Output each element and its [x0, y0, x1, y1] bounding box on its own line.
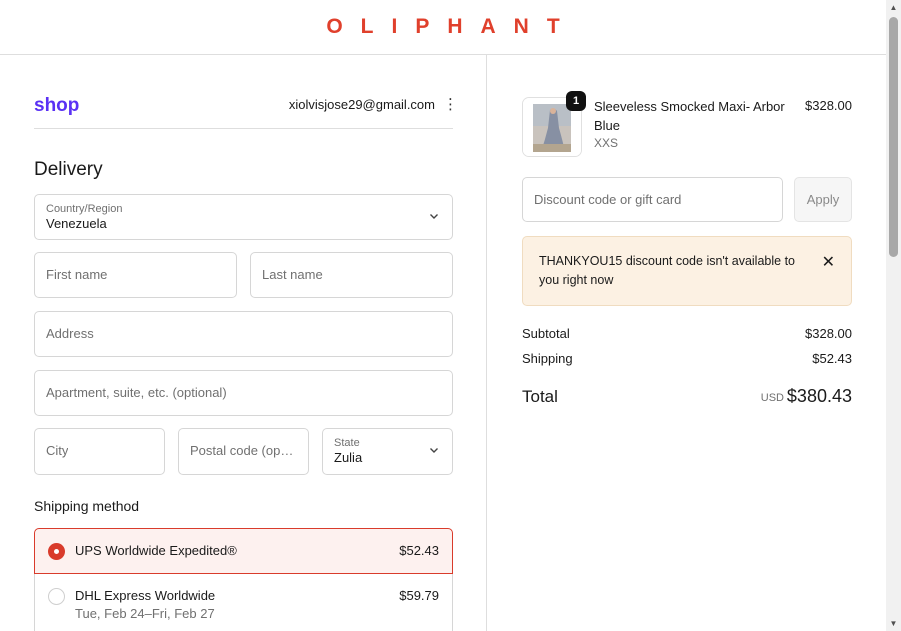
chevron-down-icon — [430, 214, 438, 219]
discount-error-notice: THANKYOU15 discount code isn't available… — [522, 236, 852, 306]
shop-pay-logo: shop — [34, 95, 80, 116]
scroll-thumb[interactable] — [889, 17, 898, 257]
shipping-option-ups[interactable]: UPS Worldwide Expedited® $52.43 — [34, 528, 453, 574]
radio-unselected-icon[interactable] — [48, 588, 65, 605]
subtotal-row: Subtotal $328.00 — [522, 326, 852, 341]
total-label: Total — [522, 387, 558, 406]
apartment-input[interactable]: Apartment, suite, etc. (optional) — [34, 370, 453, 416]
store-header: OLIPHANT — [0, 0, 886, 55]
chevron-down-icon — [430, 448, 438, 453]
discount-code-input[interactable]: Discount code or gift card — [522, 177, 783, 222]
state-select[interactable]: State Zulia — [322, 428, 453, 475]
checkout-page: OLIPHANT ▲ ▼ shop xiolvisjose29@gmail.co… — [0, 0, 901, 631]
total-currency: USD — [760, 392, 784, 404]
delivery-heading: Delivery — [34, 159, 103, 180]
product-variant: XXS — [594, 136, 619, 150]
shipping-method-heading: Shipping method — [34, 498, 140, 514]
shipping-option-price: $52.43 — [399, 543, 439, 558]
scroll-down-arrow-icon[interactable]: ▼ — [886, 616, 901, 631]
shipping-option-name: UPS Worldwide Expedited® — [75, 543, 237, 558]
postal-code-placeholder: Postal code (optional) — [190, 443, 296, 458]
shipping-option-name: DHL Express Worldwide — [75, 588, 216, 603]
apply-discount-button[interactable]: Apply — [794, 177, 852, 222]
shipping-option-dhl[interactable]: DHL Express Worldwide $59.79 Tue, Feb 24… — [34, 574, 453, 631]
apartment-placeholder: Apartment, suite, etc. (optional) — [46, 385, 227, 400]
more-vertical-icon[interactable]: ⋮ — [443, 95, 458, 113]
state-label: State — [334, 437, 360, 449]
country-select[interactable]: Country/Region Venezuela — [34, 194, 453, 240]
account-email: xiolvisjose29@gmail.com — [288, 97, 435, 112]
discount-code-placeholder: Discount code or gift card — [534, 192, 682, 207]
shipping-label: Shipping — [522, 351, 573, 366]
first-name-placeholder: First name — [46, 267, 108, 282]
shipping-option-dates: Tue, Feb 24–Fri, Feb 27 — [75, 606, 215, 621]
order-summary-column: 1 Sleeveless Smocked Maxi- Arbor Blue XX… — [488, 55, 886, 631]
close-icon[interactable]: ✕ — [822, 252, 835, 272]
product-price: $328.00 — [805, 98, 852, 113]
radio-selected-icon[interactable] — [48, 543, 65, 560]
scroll-up-arrow-icon[interactable]: ▲ — [886, 0, 901, 15]
last-name-placeholder: Last name — [262, 267, 323, 282]
last-name-input[interactable]: Last name — [250, 252, 453, 298]
address-placeholder: Address — [46, 326, 94, 341]
address-input[interactable]: Address — [34, 311, 453, 357]
account-row: shop xiolvisjose29@gmail.com ⋮ — [34, 93, 458, 129]
product-name: Sleeveless Smocked Maxi- Arbor Blue — [594, 99, 785, 133]
total-value: $380.43 — [786, 386, 852, 406]
shipping-option-price: $59.79 — [399, 588, 439, 603]
first-name-input[interactable]: First name — [34, 252, 237, 298]
state-value: Zulia — [334, 450, 363, 465]
subtotal-label: Subtotal — [522, 326, 570, 341]
discount-error-text: THANKYOU15 discount code isn't available… — [539, 254, 795, 287]
shipping-row: Shipping $52.43 — [522, 351, 852, 366]
shipping-value: $52.43 — [812, 351, 852, 366]
checkout-form-column: shop xiolvisjose29@gmail.com ⋮ Delivery … — [0, 55, 487, 631]
total-row: Total USD $380.43 — [522, 386, 852, 411]
postal-code-input[interactable]: Postal code (optional) — [178, 428, 309, 475]
quantity-badge: 1 — [566, 91, 586, 111]
country-value: Venezuela — [46, 216, 107, 231]
country-label: Country/Region — [46, 203, 123, 215]
subtotal-value: $328.00 — [805, 326, 852, 341]
store-logo[interactable]: OLIPHANT — [308, 15, 577, 39]
city-placeholder: City — [46, 443, 69, 458]
city-input[interactable]: City — [34, 428, 165, 475]
page-scrollbar[interactable]: ▲ ▼ — [886, 0, 901, 631]
